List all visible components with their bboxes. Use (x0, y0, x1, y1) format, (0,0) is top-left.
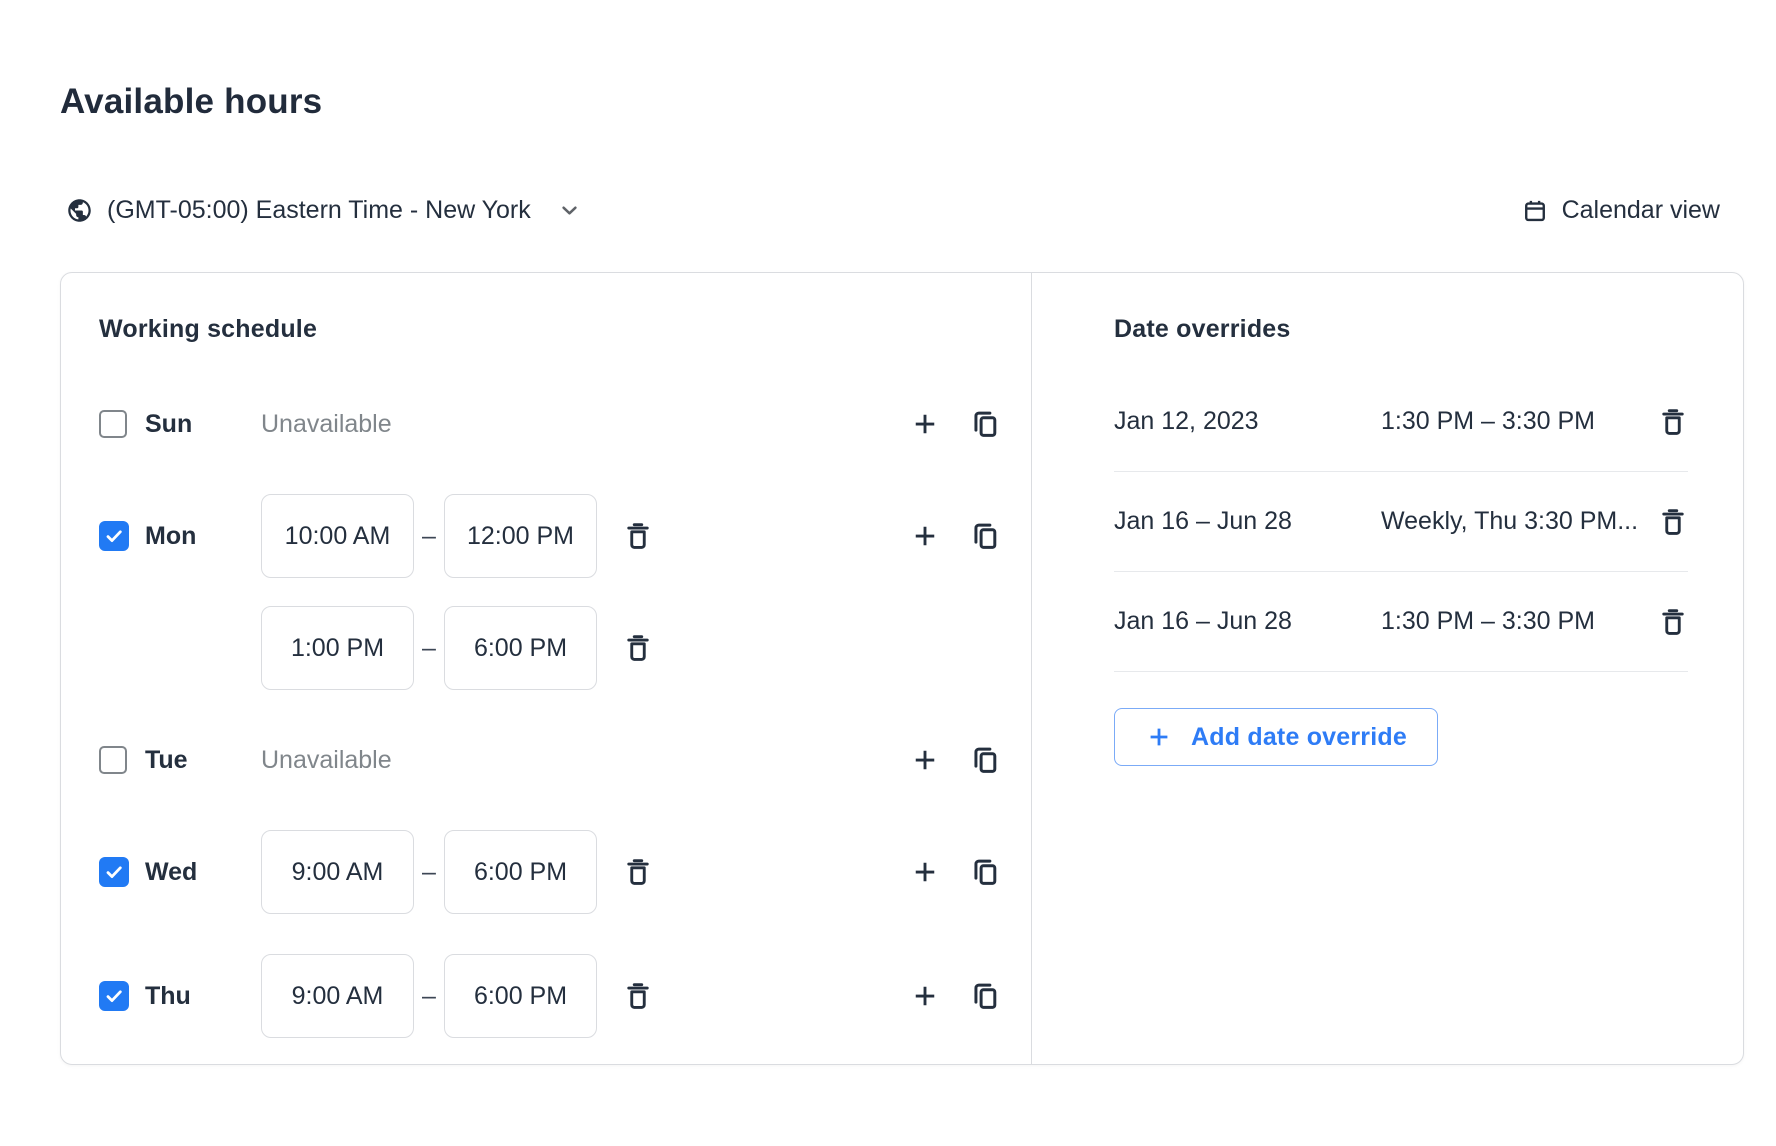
unavailable-label: Unavailable (261, 730, 910, 790)
day-row-tue: Tue Unavailable (99, 730, 1001, 790)
copy-times-button[interactable] (970, 521, 1001, 552)
start-time-input[interactable] (261, 830, 414, 914)
day-label: Tue (145, 730, 261, 790)
override-row: Jan 12, 2023 1:30 PM – 3:30 PM (1114, 372, 1688, 472)
end-time-input[interactable] (444, 954, 597, 1038)
add-date-override-label: Add date override (1191, 723, 1407, 752)
override-date: Jan 16 – Jun 28 (1114, 607, 1381, 636)
copy-times-button[interactable] (970, 745, 1001, 776)
page-title: Available hours (60, 82, 322, 122)
wed-checkbox[interactable] (99, 857, 129, 887)
delete-slot-button[interactable] (623, 857, 653, 887)
add-slot-button[interactable] (910, 521, 940, 551)
day-label: Sun (145, 394, 261, 454)
timezone-label: (GMT-05:00) Eastern Time - New York (107, 196, 531, 225)
date-overrides-section: Date overrides Jan 12, 2023 1:30 PM – 3:… (1032, 273, 1743, 1064)
override-date: Jan 16 – Jun 28 (1114, 507, 1381, 536)
timezone-selector[interactable]: (GMT-05:00) Eastern Time - New York (66, 196, 582, 225)
working-schedule-heading: Working schedule (99, 315, 1031, 344)
time-slot: – (261, 494, 910, 578)
start-time-input[interactable] (261, 954, 414, 1038)
sun-checkbox[interactable] (99, 410, 127, 438)
calendar-view-button[interactable]: Calendar view (1522, 196, 1720, 225)
override-time: Weekly, Thu 3:30 PM... (1381, 507, 1658, 536)
end-time-input[interactable] (444, 830, 597, 914)
globe-icon (66, 197, 93, 224)
delete-override-button[interactable] (1658, 407, 1688, 437)
add-slot-button[interactable] (910, 981, 940, 1011)
add-slot-button[interactable] (910, 409, 940, 439)
plus-icon (1145, 723, 1173, 751)
availability-card: Working schedule Sun Unavailable Mon (60, 272, 1744, 1065)
end-time-input[interactable] (444, 606, 597, 690)
time-slot: – (261, 830, 910, 914)
delete-override-button[interactable] (1658, 507, 1688, 537)
override-time: 1:30 PM – 3:30 PM (1381, 607, 1658, 636)
day-row-mon: Mon – – (99, 494, 1001, 690)
end-time-input[interactable] (444, 494, 597, 578)
day-row-thu: Thu – (99, 954, 1001, 1038)
day-label: Wed (145, 830, 261, 914)
copy-times-button[interactable] (970, 981, 1001, 1012)
start-time-input[interactable] (261, 494, 414, 578)
override-row: Jan 16 – Jun 28 Weekly, Thu 3:30 PM... (1114, 472, 1688, 572)
range-dash: – (414, 858, 444, 887)
day-label: Mon (145, 494, 261, 578)
add-slot-button[interactable] (910, 857, 940, 887)
toolbar: (GMT-05:00) Eastern Time - New York Cale… (0, 196, 1776, 225)
working-schedule-section: Working schedule Sun Unavailable Mon (61, 273, 1031, 1064)
range-dash: – (414, 634, 444, 663)
delete-override-button[interactable] (1658, 607, 1688, 637)
thu-checkbox[interactable] (99, 981, 129, 1011)
override-row: Jan 16 – Jun 28 1:30 PM – 3:30 PM (1114, 572, 1688, 672)
chevron-down-icon (557, 198, 582, 223)
calendar-view-label: Calendar view (1562, 196, 1720, 225)
time-slot: – (261, 606, 910, 690)
unavailable-label: Unavailable (261, 394, 910, 454)
range-dash: – (414, 982, 444, 1011)
range-dash: – (414, 522, 444, 551)
calendar-icon (1522, 198, 1548, 224)
time-slot: – (261, 954, 910, 1038)
start-time-input[interactable] (261, 606, 414, 690)
add-date-override-button[interactable]: Add date override (1114, 708, 1438, 766)
copy-times-button[interactable] (970, 409, 1001, 440)
override-time: 1:30 PM – 3:30 PM (1381, 407, 1658, 436)
delete-slot-button[interactable] (623, 521, 653, 551)
day-row-sun: Sun Unavailable (99, 394, 1001, 454)
day-row-wed: Wed – (99, 830, 1001, 914)
mon-checkbox[interactable] (99, 521, 129, 551)
available-hours-page: Available hours (GMT-05:00) Eastern Time… (0, 0, 1776, 1146)
delete-slot-button[interactable] (623, 633, 653, 663)
copy-times-button[interactable] (970, 857, 1001, 888)
override-date: Jan 12, 2023 (1114, 407, 1381, 436)
day-label: Thu (145, 954, 261, 1038)
tue-checkbox[interactable] (99, 746, 127, 774)
date-overrides-heading: Date overrides (1114, 315, 1688, 344)
delete-slot-button[interactable] (623, 981, 653, 1011)
add-slot-button[interactable] (910, 745, 940, 775)
